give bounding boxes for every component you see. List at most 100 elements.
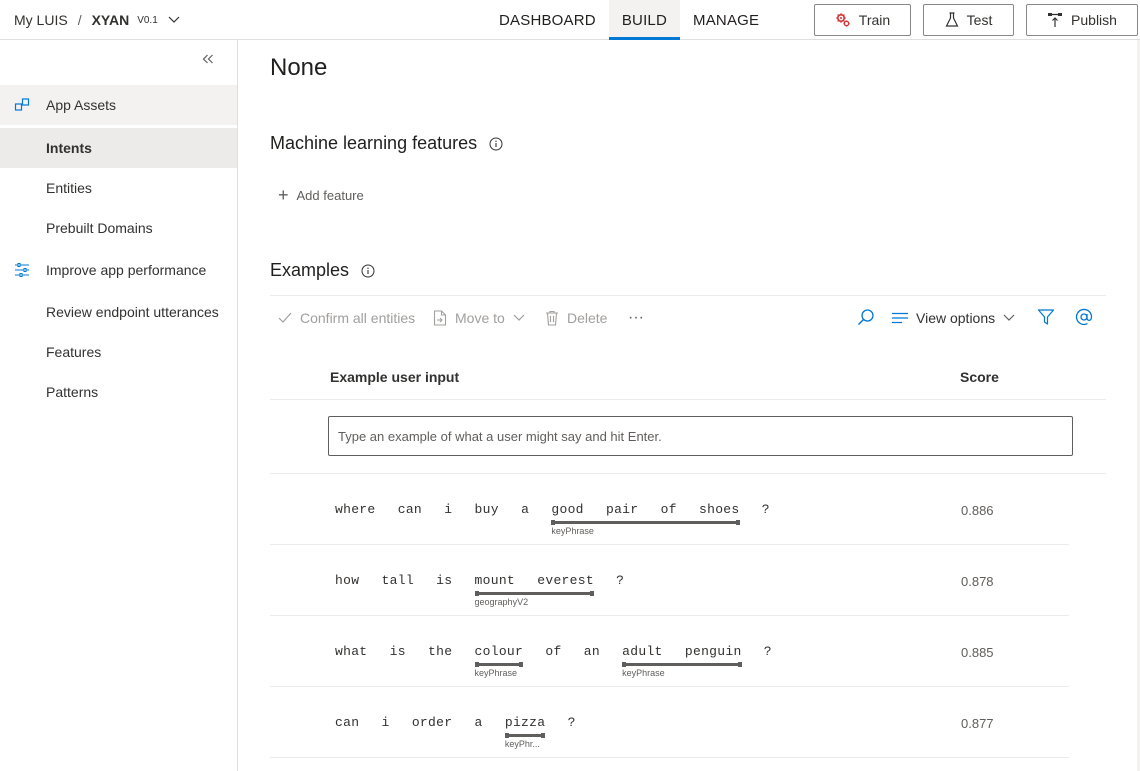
- table-row[interactable]: where can i buy a good pair of shoes keyP…: [270, 474, 1069, 545]
- table-row[interactable]: can i order a pizza keyPhr... ? 0.877: [270, 687, 1069, 758]
- sidebar-app-assets-label: App Assets: [46, 97, 117, 113]
- entity-token[interactable]: pizza keyPhr...: [504, 715, 546, 749]
- examples-command-bar: Confirm all entities Move to Delete ···: [270, 295, 1106, 341]
- delete-label: Delete: [567, 310, 608, 326]
- entity-token[interactable]: adult penguin keyPhrase: [622, 644, 743, 678]
- breadcrumb: My LUIS / XYAN V0.1: [14, 0, 180, 40]
- train-button[interactable]: Train: [814, 4, 911, 36]
- entity-token-text: adult penguin: [622, 644, 742, 659]
- entity-token[interactable]: colour keyPhrase: [474, 644, 524, 678]
- word-token[interactable]: is: [390, 644, 406, 659]
- filter-icon: [1037, 308, 1055, 329]
- tab-build[interactable]: BUILD: [608, 0, 681, 40]
- table-row[interactable]: how tall is mount everest geographyV2 ? 0.…: [270, 545, 1069, 616]
- sidebar-item-features[interactable]: Features: [0, 332, 237, 372]
- publish-button[interactable]: Publish: [1026, 4, 1138, 36]
- top-bar: My LUIS / XYAN V0.1 DASHBOARD BUILD MANA…: [0, 0, 1140, 40]
- sidebar: App Assets Intents Entities Prebuilt Dom…: [0, 40, 238, 771]
- chevron-down-icon: [513, 314, 525, 322]
- word-token[interactable]: a: [475, 715, 483, 730]
- entity-label: keyPhrase: [551, 526, 594, 536]
- sidebar-improve-performance[interactable]: Improve app performance: [0, 250, 237, 290]
- utterance-text[interactable]: what is the colour keyPhrase of an adult …: [335, 644, 772, 678]
- word-token[interactable]: ?: [764, 644, 772, 659]
- word-token[interactable]: tall: [382, 573, 414, 588]
- move-to-button[interactable]: Move to: [433, 296, 525, 340]
- sidebar-app-assets[interactable]: App Assets: [0, 85, 237, 125]
- plus-icon: +: [278, 185, 289, 205]
- checkmark-icon: [278, 312, 292, 324]
- breadcrumb-separator: /: [77, 12, 82, 28]
- example-utterance-input[interactable]: [328, 416, 1073, 456]
- filter-button[interactable]: [1037, 296, 1055, 340]
- collapse-sidebar-icon[interactable]: [199, 50, 217, 68]
- word-token[interactable]: can: [398, 502, 422, 517]
- utterance-text[interactable]: can i order a pizza keyPhr... ?: [335, 715, 576, 749]
- add-feature-button[interactable]: + Add feature: [278, 186, 364, 204]
- word-token[interactable]: i: [382, 715, 390, 730]
- prediction-score: 0.886: [961, 503, 994, 518]
- chevron-down-icon: [1003, 314, 1015, 322]
- search-button[interactable]: [857, 296, 875, 340]
- app-version: V0.1: [137, 14, 158, 26]
- tab-dashboard[interactable]: DASHBOARD: [486, 0, 609, 40]
- sidebar-item-intents[interactable]: Intents: [0, 128, 237, 168]
- utterance-text[interactable]: where can i buy a good pair of shoes keyP…: [335, 502, 770, 536]
- confirm-label: Confirm all entities: [300, 310, 416, 326]
- utterance-text[interactable]: how tall is mount everest geographyV2 ?: [335, 573, 624, 607]
- word-token[interactable]: ?: [616, 573, 624, 588]
- header-divider: [270, 399, 1106, 400]
- test-label: Test: [966, 12, 993, 28]
- word-token[interactable]: what: [335, 644, 367, 659]
- column-header-input[interactable]: Example user input: [330, 369, 459, 385]
- chevron-down-icon[interactable]: [168, 16, 180, 24]
- info-icon[interactable]: [361, 264, 375, 278]
- view-options-button[interactable]: View options: [892, 296, 1015, 340]
- word-token[interactable]: an: [584, 644, 600, 659]
- info-icon[interactable]: [489, 137, 503, 151]
- ml-features-heading-text: Machine learning features: [270, 133, 478, 153]
- word-token[interactable]: order: [412, 715, 453, 730]
- word-token[interactable]: i: [444, 502, 452, 517]
- word-token[interactable]: how: [335, 573, 359, 588]
- lines-icon: [892, 312, 908, 324]
- sidebar-item-patterns[interactable]: Patterns: [0, 372, 237, 412]
- sidebar-item-review-endpoint[interactable]: Review endpoint utterances: [0, 292, 237, 332]
- entity-token-text: colour: [474, 644, 524, 659]
- word-token[interactable]: of: [545, 644, 561, 659]
- entity-label: geographyV2: [474, 597, 529, 607]
- train-label: Train: [858, 12, 891, 28]
- entity-token[interactable]: mount everest geographyV2: [474, 573, 595, 607]
- word-token[interactable]: ?: [568, 715, 576, 730]
- word-token[interactable]: the: [428, 644, 452, 659]
- entity-token-text: good pair of shoes: [551, 502, 740, 517]
- more-options-button[interactable]: ···: [628, 296, 644, 340]
- delete-button[interactable]: Delete: [545, 296, 607, 340]
- entity-underline: [551, 520, 740, 525]
- entity-view-button[interactable]: [1075, 296, 1093, 340]
- confirm-all-entities-button[interactable]: Confirm all entities: [278, 296, 415, 340]
- column-header-score[interactable]: Score: [960, 369, 999, 385]
- word-token[interactable]: ?: [762, 502, 770, 517]
- sidebar-item-prebuilt-domains[interactable]: Prebuilt Domains: [0, 208, 237, 248]
- breadcrumb-root[interactable]: My LUIS: [14, 12, 68, 28]
- view-options-label: View options: [916, 310, 996, 326]
- entity-token[interactable]: good pair of shoes keyPhrase: [551, 502, 740, 536]
- publish-icon: [1047, 12, 1063, 28]
- ml-features-heading: Machine learning features: [270, 133, 503, 154]
- test-button[interactable]: Test: [923, 4, 1014, 36]
- entity-token-text: pizza: [504, 715, 546, 730]
- app-name[interactable]: XYAN: [92, 12, 130, 28]
- gears-icon: [835, 12, 851, 28]
- entity-token-text: mount everest: [474, 573, 594, 588]
- sidebar-item-entities[interactable]: Entities: [0, 168, 237, 208]
- word-token[interactable]: can: [335, 715, 359, 730]
- word-token[interactable]: buy: [475, 502, 499, 517]
- table-row[interactable]: what is the colour keyPhrase of an adult …: [270, 616, 1069, 687]
- word-token[interactable]: is: [436, 573, 452, 588]
- word-token[interactable]: where: [335, 502, 376, 517]
- flask-icon: [945, 12, 959, 28]
- word-token[interactable]: a: [521, 502, 529, 517]
- tab-manage[interactable]: MANAGE: [680, 0, 772, 40]
- page-title: None: [270, 54, 328, 81]
